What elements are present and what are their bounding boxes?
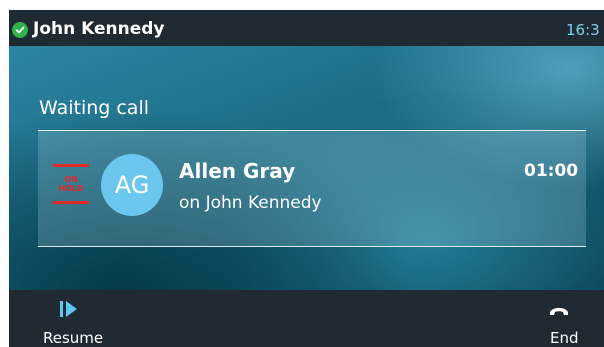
status-bar: John Kennedy 16:3 bbox=[9, 10, 604, 46]
avatar: AG bbox=[101, 154, 163, 216]
on-hold-icon: ON HOLD bbox=[53, 164, 89, 204]
end-label: End bbox=[550, 329, 579, 347]
end-call-button[interactable]: End bbox=[494, 290, 604, 347]
caller-line: on John Kennedy bbox=[179, 193, 322, 213]
section-title: Waiting call bbox=[39, 97, 150, 119]
resume-button[interactable]: Resume bbox=[9, 290, 119, 347]
softkey-bar: Resume End bbox=[9, 290, 604, 347]
check-circle-icon bbox=[12, 22, 28, 38]
hold-label-line2: HOLD bbox=[58, 184, 84, 193]
hang-up-phone-icon bbox=[550, 307, 568, 315]
phone-screen: John Kennedy 16:3 Waiting call ON HOLD A… bbox=[9, 10, 604, 347]
resume-label: Resume bbox=[43, 329, 104, 347]
caller-name: Allen Gray bbox=[179, 159, 296, 183]
call-duration: 01:00 bbox=[524, 161, 579, 181]
resume-icon bbox=[60, 301, 77, 317]
clock-time: 16:3 bbox=[566, 21, 600, 39]
hold-label-line1: ON bbox=[64, 175, 78, 184]
waiting-call-card[interactable]: ON HOLD AG Allen Gray on John Kennedy 01… bbox=[38, 130, 586, 247]
account-name: John Kennedy bbox=[33, 19, 165, 39]
